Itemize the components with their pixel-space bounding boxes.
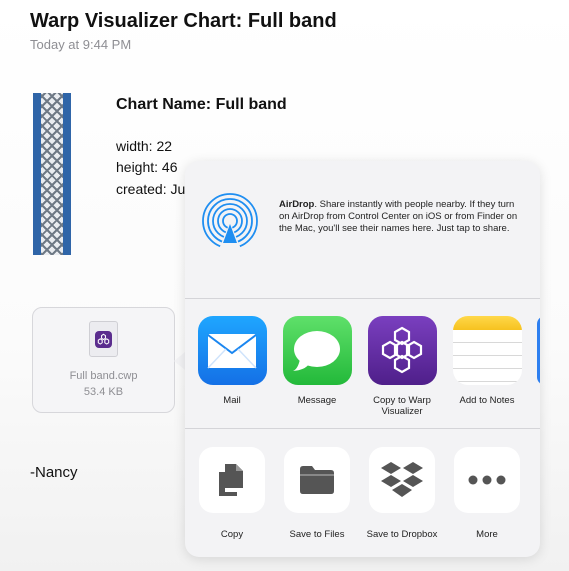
divider <box>185 428 540 429</box>
chart-height: height: 46 <box>116 159 178 175</box>
warp-visualizer-small-icon <box>95 330 112 348</box>
notes-lines <box>452 330 522 385</box>
airdrop-description: AirDrop. Share instantly with people nea… <box>279 199 524 235</box>
action-label: More <box>476 529 498 540</box>
share-app-mail[interactable]: Mail <box>190 316 274 406</box>
notes-icon[interactable] <box>452 316 522 385</box>
copy-icon[interactable] <box>199 447 265 513</box>
folder-icon[interactable] <box>284 447 350 513</box>
attachment-filename: Full band.cwp <box>69 370 138 382</box>
action-label: Save to Files <box>289 529 345 540</box>
action-save-to-dropbox[interactable]: Save to Dropbox <box>360 447 444 540</box>
message-timestamp: Today at 9:44 PM <box>30 37 132 52</box>
action-label: Save to Dropbox <box>366 529 438 540</box>
share-app-notes[interactable]: Add to Notes <box>445 316 529 406</box>
share-app-warp-visualizer[interactable]: Copy to Warp Visualizer <box>360 316 444 417</box>
airdrop-body: . Share instantly with people nearby. If… <box>279 199 518 234</box>
share-app-label: Mail <box>223 395 241 406</box>
action-label: Copy <box>220 529 244 540</box>
file-attachment[interactable]: Full band.cwp 53.4 KB <box>32 307 175 413</box>
signature: -Nancy <box>30 464 78 481</box>
more-icon[interactable] <box>454 447 520 513</box>
airdrop-row[interactable]: AirDrop. Share instantly with people nea… <box>185 161 540 298</box>
airdrop-icon[interactable] <box>200 191 260 251</box>
attachment-size: 53.4 KB <box>83 386 124 398</box>
document-icon <box>89 321 118 357</box>
chart-created: created: Ju <box>116 181 186 197</box>
share-sheet: AirDrop. Share instantly with people nea… <box>185 161 540 557</box>
warp-visualizer-icon[interactable] <box>367 316 437 385</box>
band-pattern <box>41 93 63 255</box>
popover-arrow <box>174 352 185 370</box>
chart-name-heading: Chart Name: Full band <box>116 96 287 113</box>
share-app-label: Add to Notes <box>459 395 515 406</box>
message-title: Warp Visualizer Chart: Full band <box>30 10 337 32</box>
notes-header-band <box>452 316 522 330</box>
band-preview-image <box>33 93 71 255</box>
share-app-message[interactable]: Message <box>275 316 359 406</box>
share-app-label: Message <box>297 395 337 406</box>
chart-width: width: 22 <box>116 138 173 154</box>
action-copy[interactable]: Copy <box>190 447 274 540</box>
airdrop-title: AirDrop <box>279 199 315 210</box>
mail-icon[interactable] <box>197 316 267 385</box>
action-more[interactable]: More <box>445 447 529 540</box>
action-save-to-files[interactable]: Save to Files <box>275 447 359 540</box>
divider <box>185 298 540 299</box>
partial-app-icon[interactable] <box>537 316 540 385</box>
share-app-label: Copy to Warp Visualizer <box>373 395 431 417</box>
dropbox-icon[interactable] <box>369 447 435 513</box>
message-icon[interactable] <box>282 316 352 385</box>
